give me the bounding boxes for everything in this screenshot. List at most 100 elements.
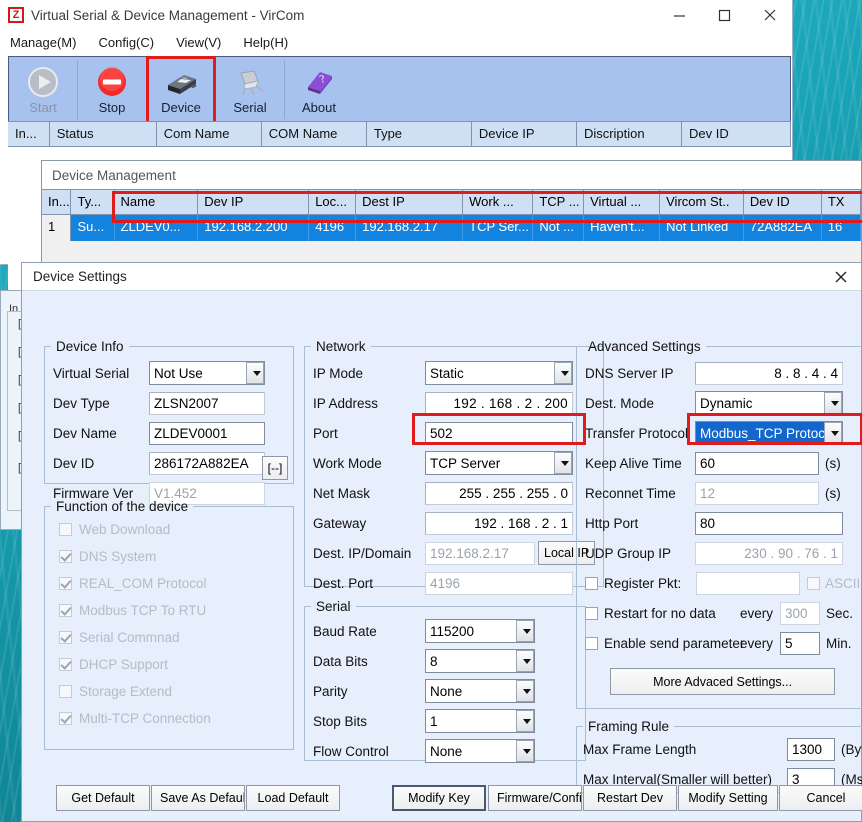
udp-group-ip-input[interactable]: 230 . 90 . 76 . 1 xyxy=(695,541,843,565)
net-mask-input[interactable]: 255 . 255 . 255 . 0 xyxy=(425,481,573,505)
transfer-protocol-select[interactable]: Modbus_TCP Protocol xyxy=(695,421,843,445)
port-input[interactable]: 502 xyxy=(425,421,573,445)
dns-server-ip-input[interactable]: 8 . 8 . 4 . 4 xyxy=(695,361,843,385)
checkbox-icon-register-pkt[interactable] xyxy=(585,576,598,590)
cancel-button[interactable]: Cancel xyxy=(779,785,862,811)
col-discription[interactable]: Discription xyxy=(577,122,682,146)
dm-col-type[interactable]: Ty... xyxy=(71,190,115,214)
col-index[interactable]: In... xyxy=(8,122,50,146)
dm-cell-type: Su... xyxy=(71,215,115,241)
toolbar-button-device[interactable]: Device xyxy=(146,56,216,124)
checkbox-icon xyxy=(59,712,72,725)
dev-id-expand-button[interactable]: [--] xyxy=(262,456,288,480)
dm-col-tx[interactable]: TX xyxy=(822,190,861,214)
col-device-ip[interactable]: Device IP xyxy=(472,122,577,146)
flow-control-select[interactable]: None xyxy=(425,739,535,763)
toolbar-button-start[interactable]: Start xyxy=(9,57,77,123)
dev-id-input[interactable]: 286172A882EA xyxy=(149,451,265,475)
dm-col-virtual[interactable]: Virtual ... xyxy=(584,190,661,214)
reconnet-time-input[interactable]: 12 xyxy=(695,481,819,505)
max-frame-length-input[interactable]: 1300 xyxy=(787,737,835,761)
http-port-input[interactable]: 80 xyxy=(695,511,843,535)
enable-send-param-input[interactable]: 5 xyxy=(780,631,820,655)
dm-col-index[interactable]: In... xyxy=(42,190,72,214)
checkbox-icon xyxy=(59,631,72,644)
get-default-button[interactable]: Get Default xyxy=(56,785,150,811)
maximize-icon[interactable] xyxy=(702,0,747,30)
checkbox-icon-ascii[interactable] xyxy=(807,576,820,590)
dest-ip-input[interactable]: 192.168.2.17 xyxy=(425,541,535,565)
unit-enable-send-param: Min. xyxy=(826,635,852,651)
field-register-pkt: Register Pkt: ASCII xyxy=(585,568,860,598)
dm-cell-dev-id: 72A882EA xyxy=(744,215,822,241)
col-dev-id[interactable]: Dev ID xyxy=(682,122,791,146)
close-icon[interactable] xyxy=(747,0,792,30)
checkbox-storage-extend[interactable]: Storage Extend xyxy=(59,678,293,705)
dev-type-input[interactable]: ZLSN2007 xyxy=(149,391,265,415)
stop-bits-select[interactable]: 1 xyxy=(425,709,535,733)
gateway-input[interactable]: 192 . 168 . 2 . 1 xyxy=(425,511,573,535)
field-gateway: Gateway 192 . 168 . 2 . 1 xyxy=(313,508,595,538)
ip-mode-select[interactable]: Static xyxy=(425,361,573,385)
col-com-name[interactable]: Com Name xyxy=(157,122,262,146)
work-mode-select[interactable]: TCP Server xyxy=(425,451,573,475)
checkbox-icon-enable-send-param[interactable] xyxy=(585,636,598,650)
label-multi-tcp-connection: Multi-TCP Connection xyxy=(79,711,211,726)
toolbar-button-stop[interactable]: Stop xyxy=(78,57,146,123)
dest-mode-select[interactable]: Dynamic xyxy=(695,391,843,415)
virtual-serial-select[interactable]: Not Use xyxy=(149,361,265,385)
ip-address-input[interactable]: 192 . 168 . 2 . 200 xyxy=(425,391,573,415)
parity-select[interactable]: None xyxy=(425,679,535,703)
menu-item-help[interactable]: Help(H) xyxy=(243,35,288,50)
load-default-button[interactable]: Load Default xyxy=(246,785,340,811)
restart-no-data-input[interactable]: 300 xyxy=(780,601,820,625)
checkbox-serial-commnad[interactable]: Serial Commnad xyxy=(59,624,293,651)
toolbar-button-serial[interactable]: Serial xyxy=(216,57,284,123)
group-network: Network IP Mode Static IP Address 192 . … xyxy=(304,339,605,595)
field-transfer-protocol: Transfer Protocol Modbus_TCP Protocol xyxy=(585,418,860,448)
dm-col-tcp[interactable]: TCP ... xyxy=(533,190,585,214)
minimize-icon[interactable] xyxy=(657,0,702,30)
checkbox-dns-system[interactable]: DNS System xyxy=(59,543,293,570)
dm-col-dev-id[interactable]: Dev ID xyxy=(744,190,822,214)
data-bits-combo-wrap: 8 xyxy=(425,649,535,673)
dest-port-input[interactable]: 4196 xyxy=(425,571,573,595)
menu-item-view[interactable]: View(V) xyxy=(176,35,221,50)
dm-col-work-mode[interactable]: Work ... xyxy=(463,190,534,214)
toolbar-button-about[interactable]: ? About xyxy=(285,57,353,123)
modify-setting-button[interactable]: Modify Setting xyxy=(678,785,778,811)
col-type[interactable]: Type xyxy=(367,122,472,146)
checkbox-web-download[interactable]: Web Download xyxy=(59,516,293,543)
label-transfer-protocol: Transfer Protocol xyxy=(585,425,689,441)
register-pkt-input[interactable] xyxy=(696,571,800,595)
baud-rate-select[interactable]: 115200 xyxy=(425,619,535,643)
checkbox-modbus-tcp-to-rtu[interactable]: Modbus TCP To RTU xyxy=(59,597,293,624)
dm-col-local-port[interactable]: Loc... xyxy=(309,190,357,214)
checkbox-real-com-protocol[interactable]: REAL_COM Protocol xyxy=(59,570,293,597)
dm-col-dev-ip[interactable]: Dev IP xyxy=(198,190,310,214)
modify-key-button[interactable]: Modify Key xyxy=(392,785,486,811)
close-icon[interactable] xyxy=(829,265,853,289)
restart-dev-button[interactable]: Restart Dev xyxy=(583,785,677,811)
table-row[interactable]: 1 Su... ZLDEV0... 192.168.2.200 4196 192… xyxy=(42,215,861,241)
group-advanced-settings: Advanced Settings DNS Server IP 8 . 8 . … xyxy=(576,339,862,709)
save-as-default-button[interactable]: Save As Default xyxy=(151,785,245,811)
dm-col-name[interactable]: Name xyxy=(115,190,199,214)
checkbox-icon-restart-no-data[interactable] xyxy=(585,606,598,620)
label-web-download: Web Download xyxy=(79,522,171,537)
more-advanced-settings-button[interactable]: More Advaced Settings... xyxy=(610,668,836,695)
dev-name-input[interactable]: ZLDEV0001 xyxy=(149,421,265,445)
label-virtual-serial: Virtual Serial xyxy=(53,365,130,381)
keep-alive-time-input[interactable]: 60 xyxy=(695,451,819,475)
checkbox-dhcp-support[interactable]: DHCP Support xyxy=(59,651,293,678)
field-parity: Parity None xyxy=(313,676,577,706)
menu-item-config[interactable]: Config(C) xyxy=(98,35,154,50)
checkbox-multi-tcp-connection[interactable]: Multi-TCP Connection xyxy=(59,705,293,732)
data-bits-select[interactable]: 8 xyxy=(425,649,535,673)
col-com-name-2[interactable]: COM Name xyxy=(262,122,367,146)
firmware-config-button[interactable]: Firmware/Config xyxy=(488,785,582,811)
menu-item-manage[interactable]: Manage(M) xyxy=(10,35,76,50)
col-status[interactable]: Status xyxy=(50,122,157,146)
dm-col-vircom-status[interactable]: Vircom St.. xyxy=(660,190,744,214)
dm-col-dest-ip[interactable]: Dest IP xyxy=(356,190,464,214)
